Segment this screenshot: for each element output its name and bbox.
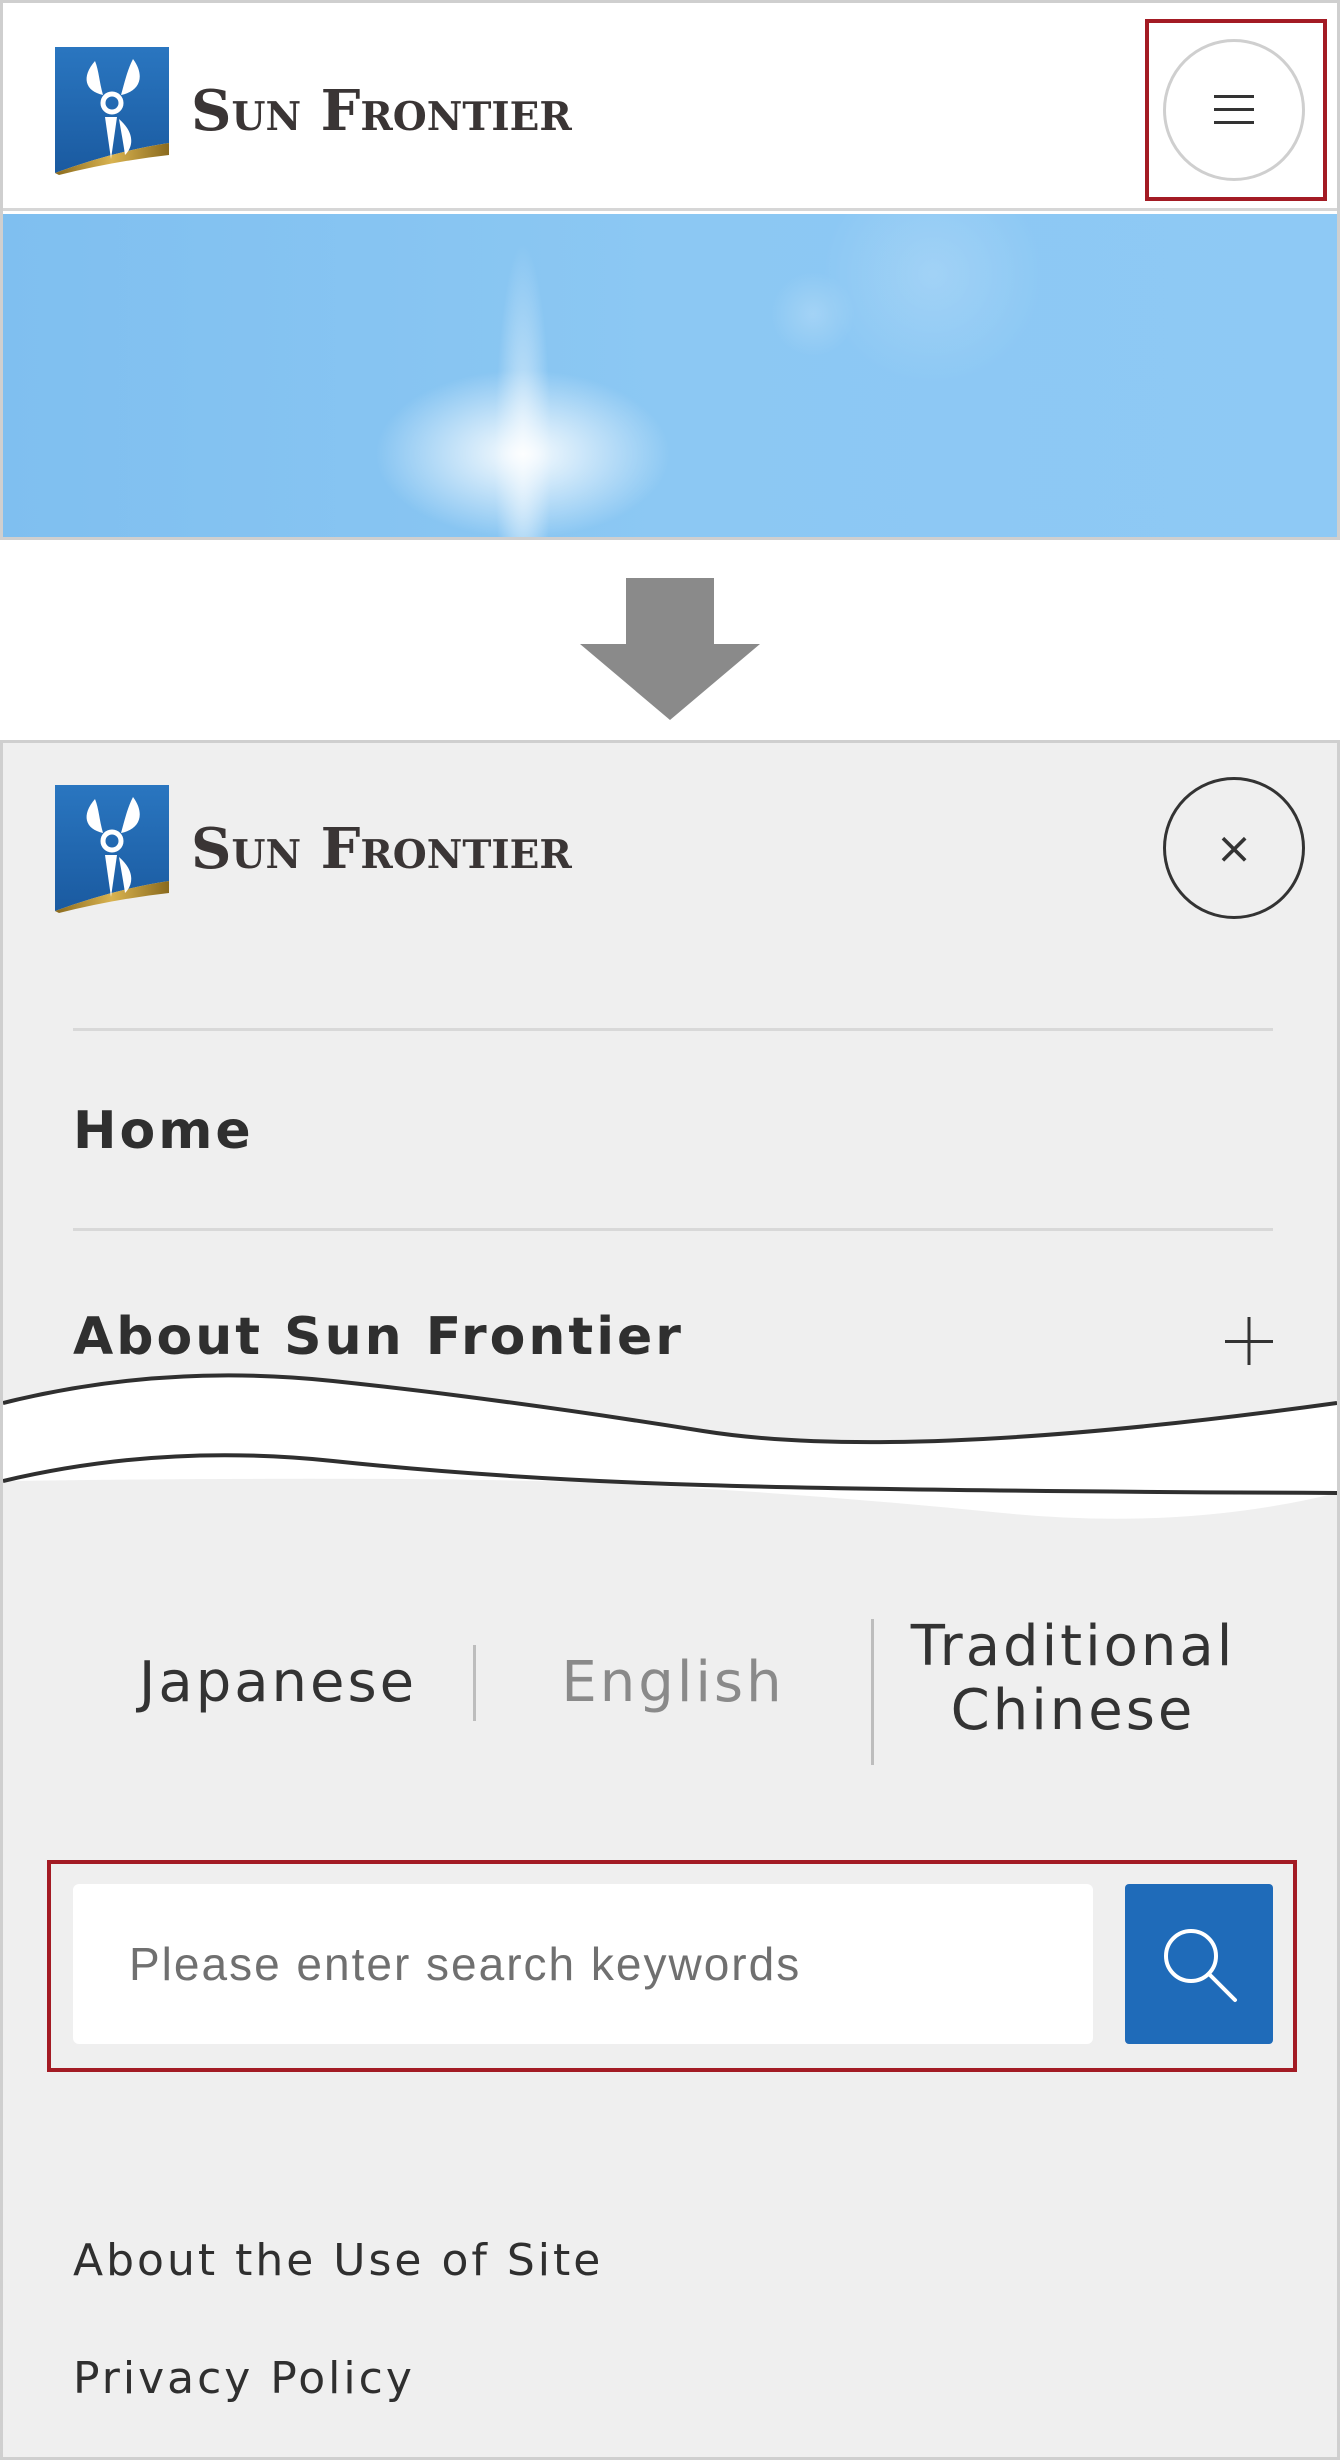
footer-link-site-use[interactable]: About the Use of Site <box>73 2235 603 2286</box>
lang-separator <box>473 1645 476 1721</box>
lang-english[interactable]: English <box>523 1651 823 1715</box>
divider <box>73 1228 1273 1231</box>
sun-frontier-logo-icon <box>55 47 169 175</box>
nav-item-home[interactable]: Home <box>73 1101 254 1161</box>
sun-frontier-logo-icon <box>55 785 169 913</box>
brand-name: Sun Frontier <box>191 78 572 144</box>
language-switcher: Japanese English Traditional Chinese <box>3 1605 1337 1765</box>
menu-button[interactable] <box>1163 39 1305 181</box>
hamburger-icon <box>1214 95 1254 124</box>
site-header: Sun Frontier <box>3 3 1337 211</box>
lang-separator <box>871 1619 874 1765</box>
hero-banner <box>3 214 1337 537</box>
content-omitted-wave <box>3 1373 1337 1519</box>
footer-link-privacy[interactable]: Privacy Policy <box>73 2353 415 2404</box>
divider <box>73 1028 1273 1031</box>
search-input[interactable] <box>73 1884 1093 2044</box>
menu-open-screenshot: Sun Frontier × Home About Sun Frontier J… <box>0 740 1340 2460</box>
brand-name: Sun Frontier <box>191 816 572 882</box>
down-arrow-icon <box>580 578 760 720</box>
search-button[interactable] <box>1125 1884 1273 2044</box>
site-logo[interactable]: Sun Frontier <box>55 47 572 175</box>
plus-icon[interactable] <box>1225 1317 1273 1365</box>
search-icon <box>1164 1929 1237 2002</box>
lang-japanese[interactable]: Japanese <box>123 1651 433 1715</box>
lang-traditional-chinese[interactable]: Traditional Chinese <box>893 1615 1253 1743</box>
site-logo[interactable]: Sun Frontier <box>55 785 572 913</box>
nav-item-about[interactable]: About Sun Frontier <box>73 1307 684 1367</box>
close-menu-button[interactable]: × <box>1163 777 1305 919</box>
close-icon: × <box>1215 822 1253 874</box>
before-screenshot: Sun Frontier <box>0 0 1340 540</box>
